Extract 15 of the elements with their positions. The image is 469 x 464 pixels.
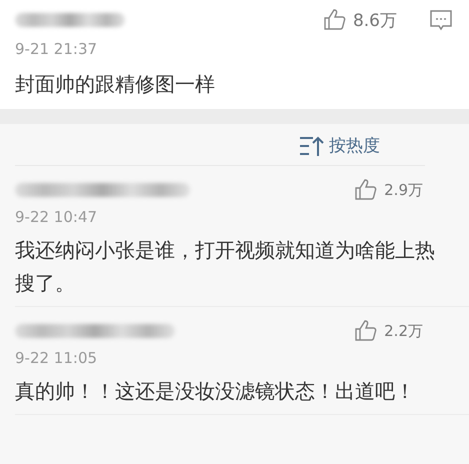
- sort-icon: [299, 134, 325, 156]
- comment-text: 真的帅！！这还是没妆没滤镜状态！出道吧！: [15, 378, 416, 405]
- thumbs-up-icon[interactable]: [354, 178, 378, 202]
- comment-text: 我还纳闷小张是谁，打开视频就知道为啥能上热搜了。: [15, 237, 436, 297]
- like-count: 8.6万: [352, 10, 397, 32]
- thumbs-up-icon[interactable]: [354, 319, 378, 343]
- sort-button[interactable]: 按热度: [299, 132, 380, 159]
- comment-time: 9-21 21:37: [15, 40, 98, 58]
- like-count: 2.9万: [384, 180, 423, 200]
- comment-icon[interactable]: [429, 8, 453, 32]
- comment-time: 9-22 10:47: [15, 208, 98, 226]
- comment-text: 封面帅的跟精修图一样: [15, 71, 216, 98]
- like-count: 2.2万: [384, 322, 423, 340]
- comment-time: 9-22 11:05: [15, 349, 98, 367]
- thumbs-up-icon[interactable]: [322, 8, 347, 32]
